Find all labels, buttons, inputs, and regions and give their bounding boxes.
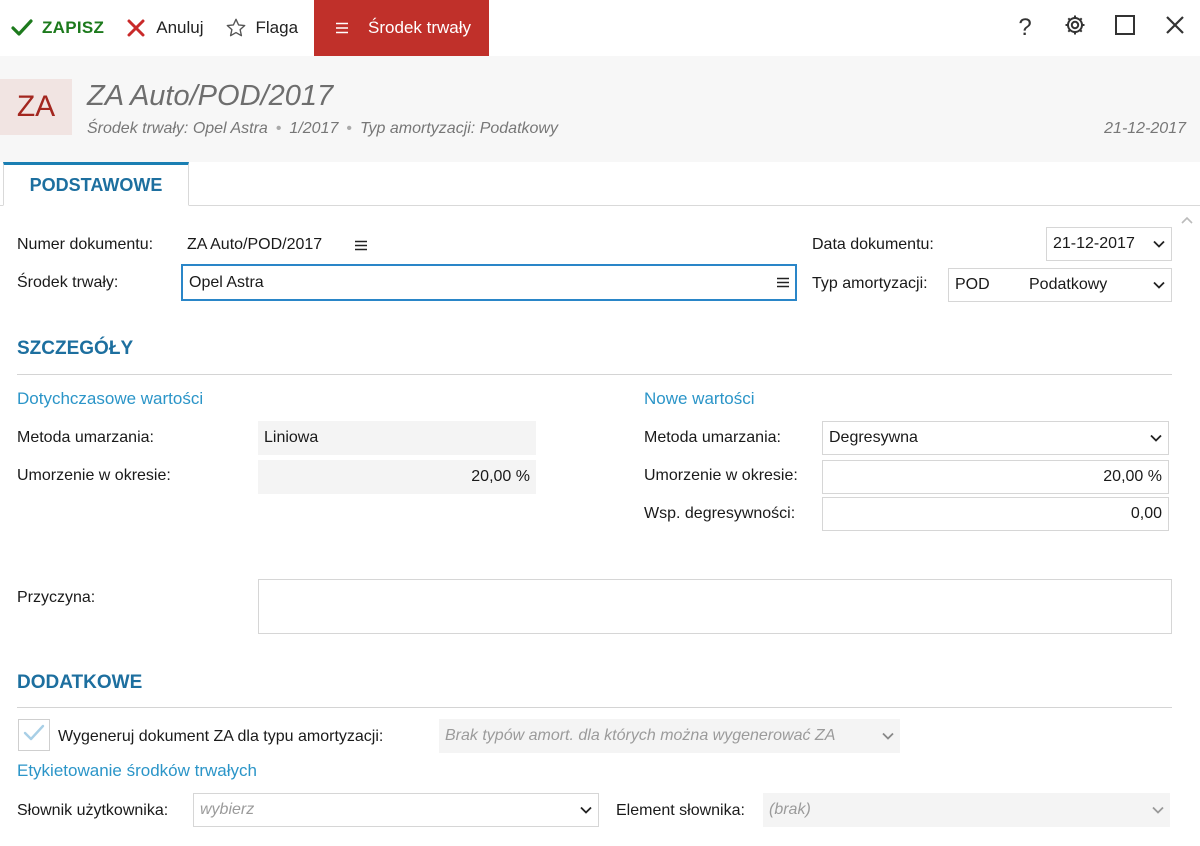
chevron-down-icon[interactable] [1150, 434, 1162, 442]
close-icon [124, 16, 148, 40]
prev-rate-field: 20,00 % [258, 460, 536, 494]
separator-dot: • [275, 120, 282, 137]
flag-button[interactable]: Flaga [214, 0, 309, 56]
checkmark-icon [10, 16, 34, 40]
dictionary-select[interactable]: wybierz [193, 793, 599, 827]
new-values-title: Nowe wartości [644, 389, 755, 408]
tab-bar: PODSTAWOWE [0, 162, 1200, 206]
prev-method-field: Liniowa [258, 421, 536, 455]
amort-type-name: Podatkowy [1029, 276, 1108, 293]
section-divider [17, 707, 1172, 708]
details-section-title: SZCZEGÓŁY [17, 338, 134, 359]
doc-date-value: 21-12-2017 [1053, 235, 1135, 252]
new-method-value: Degresywna [829, 429, 918, 446]
tab-basic[interactable]: PODSTAWOWE [3, 162, 189, 206]
asset-menu-label: Środek trwały [368, 18, 472, 37]
doc-date-label: Data dokumentu: [812, 236, 934, 253]
chevron-down-icon[interactable] [580, 806, 592, 814]
reason-label: Przyczyna: [17, 589, 96, 606]
asset-value: Opel Astra [189, 273, 264, 291]
save-button[interactable]: ZAPISZ [0, 0, 114, 56]
separator-dot: • [346, 120, 352, 137]
subtitle-asset: Środek trwały: Opel Astra [87, 120, 268, 137]
save-label: ZAPISZ [42, 18, 105, 37]
generate-checkbox[interactable] [18, 719, 50, 751]
close-window-button[interactable] [1150, 0, 1200, 56]
generate-type-placeholder: Brak typów amort. dla których można wyge… [445, 727, 836, 744]
new-rate-value: 20,00 % [1103, 468, 1162, 485]
prev-method-value: Liniowa [264, 429, 319, 446]
dictionary-placeholder: wybierz [200, 801, 255, 818]
toolbar: ZAPISZ Anuluj Flaga Środek trwały ? [0, 0, 1200, 56]
asset-menu-button[interactable]: Środek trwały [314, 0, 490, 56]
amort-type-code: POD [955, 276, 990, 293]
element-value: (brak) [769, 801, 811, 818]
amort-type-field[interactable]: POD Podatkowy [948, 268, 1172, 302]
degressive-input[interactable]: 0,00 [822, 497, 1169, 531]
amort-type-label: Typ amortyzacji: [812, 275, 928, 292]
previous-values-title: Dotychczasowe wartości [17, 389, 204, 408]
cancel-button[interactable]: Anuluj [114, 0, 213, 56]
doc-number-field[interactable]: ZA Auto/POD/2017 [181, 228, 373, 262]
new-method-select[interactable]: Degresywna [822, 421, 1169, 455]
list-icon[interactable] [777, 277, 789, 288]
asset-label: Środek trwały: [17, 274, 119, 291]
document-header: ZA ZA Auto/POD/2017 Środek trwały: Opel … [0, 56, 1200, 162]
star-icon [224, 16, 248, 40]
new-rate-input[interactable]: 20,00 % [822, 460, 1169, 494]
subtitle-type: Typ amortyzacji: Podatkowy [359, 120, 558, 137]
labeling-title: Etykietowanie środków trwałych [17, 761, 257, 780]
flag-label: Flaga [255, 18, 299, 37]
help-button[interactable]: ? [1000, 0, 1050, 56]
prev-method-label: Metoda umarzania: [17, 429, 154, 446]
page-title: ZA Auto/POD/2017 [87, 80, 334, 112]
section-divider [17, 374, 1172, 375]
checkmark-icon [23, 724, 45, 747]
degressive-label: Wsp. degresywności: [644, 505, 796, 522]
chevron-down-icon[interactable] [1152, 806, 1164, 814]
subtitle-number: 1/2017 [289, 120, 339, 137]
maximize-icon [1114, 14, 1136, 43]
chevron-down-icon[interactable] [882, 732, 894, 740]
document-subtitle: Środek trwały: Opel Astra • 1/2017 • Typ amo… [87, 120, 558, 138]
degressive-value: 0,00 [1130, 505, 1162, 522]
doc-date-field[interactable]: 21-12-2017 [1046, 227, 1172, 261]
help-icon: ? [1018, 14, 1032, 41]
chevron-down-icon[interactable] [1153, 281, 1165, 289]
dictionary-label: Słownik użytkownika: [17, 802, 169, 819]
doc-number-label: Numer dokumentu: [17, 236, 154, 253]
element-select[interactable]: (brak) [763, 793, 1170, 827]
header-date: 21-12-2017 [1104, 120, 1186, 137]
list-icon[interactable] [355, 240, 367, 251]
document-type-badge: ZA [0, 79, 72, 135]
window-controls: ? [1000, 0, 1200, 56]
reason-textarea[interactable] [258, 579, 1172, 634]
cancel-label: Anuluj [156, 18, 204, 37]
scroll-up-icon[interactable] [1180, 212, 1194, 228]
generate-label[interactable]: Wygeneruj dokument ZA dla typu amortyzac… [58, 728, 383, 746]
new-method-label: Metoda umarzania: [644, 429, 781, 446]
gear-icon [1063, 13, 1087, 44]
prev-rate-value: 20,00 % [471, 468, 530, 485]
close-window-icon [1165, 14, 1185, 42]
prev-rate-label: Umorzenie w okresie: [17, 467, 171, 484]
hamburger-icon [330, 16, 354, 40]
additional-section-title: DODATKOWE [17, 672, 143, 693]
chevron-down-icon[interactable] [1153, 240, 1165, 248]
maximize-button[interactable] [1100, 0, 1150, 56]
doc-number-value: ZA Auto/POD/2017 [187, 236, 323, 253]
asset-field[interactable]: Opel Astra [181, 264, 797, 301]
settings-button[interactable] [1050, 0, 1100, 56]
element-label: Element słownika: [616, 802, 745, 819]
generate-type-select[interactable]: Brak typów amort. dla których można wyge… [439, 719, 900, 753]
new-rate-label: Umorzenie w okresie: [644, 467, 798, 484]
